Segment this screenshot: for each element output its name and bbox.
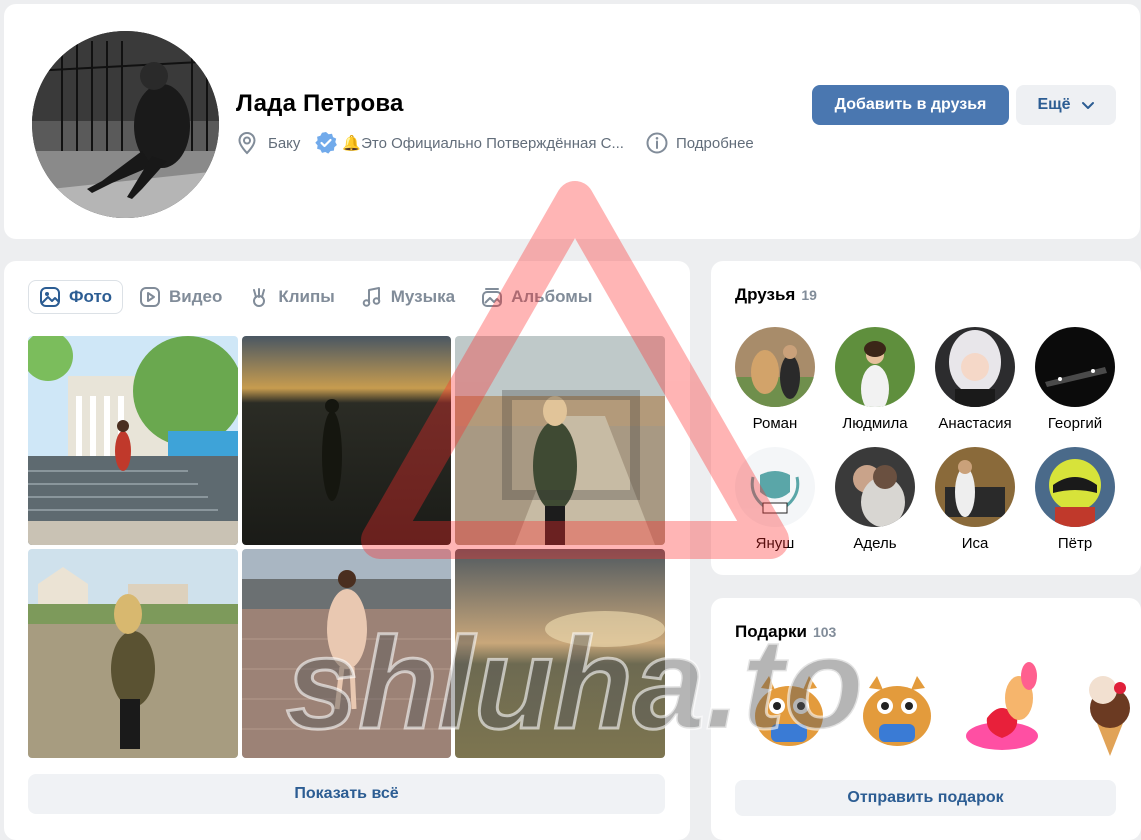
media-tabs: Фото Видео Клипы Музыка Альбомы	[28, 280, 608, 314]
clips-icon	[253, 288, 266, 307]
avatar	[835, 327, 915, 407]
friend-item[interactable]: Пётр	[1025, 447, 1125, 567]
avatar	[935, 447, 1015, 527]
photo-thumbnail[interactable]	[28, 336, 238, 545]
avatar	[1035, 327, 1115, 407]
tab-label: Фото	[69, 287, 112, 306]
friend-name: Иса	[961, 535, 989, 552]
photo-thumbnail[interactable]	[455, 549, 665, 758]
city-label: Баку	[268, 134, 301, 152]
photo-icon	[40, 287, 60, 307]
tab-label: Клипы	[278, 287, 335, 306]
info-icon	[646, 132, 668, 154]
status-text: 🔔Это Официально Потверждённая С...	[342, 135, 624, 152]
verified-icon	[315, 132, 338, 154]
photo-grid	[28, 336, 665, 758]
avatar	[935, 327, 1015, 407]
photo-thumbnail[interactable]	[28, 549, 238, 758]
photo-thumbnail[interactable]	[242, 549, 451, 758]
gift-item[interactable]	[849, 658, 949, 758]
status-info[interactable]: 🔔Это Официально Потверждённая С...	[314, 131, 624, 155]
city-info[interactable]: Баку	[236, 131, 300, 155]
friend-name: Роман	[752, 415, 798, 432]
tab-clips[interactable]: Клипы	[238, 280, 344, 314]
tab-video[interactable]: Видео	[129, 280, 232, 314]
profile-avatar[interactable]	[32, 31, 219, 218]
media-card: Фото Видео Клипы Музыка Альбомы Показать…	[4, 261, 690, 840]
gifts-card: Подарки 103 Отправить подарок	[711, 598, 1141, 840]
friend-item[interactable]: Януш	[725, 447, 825, 567]
details-link[interactable]: Подробнее	[646, 132, 754, 154]
tab-photos[interactable]: Фото	[28, 280, 123, 314]
friend-item[interactable]: Роман	[725, 327, 825, 447]
friends-count: 19	[801, 287, 817, 303]
tab-label: Альбомы	[511, 287, 593, 306]
avatar	[1035, 447, 1115, 527]
video-icon	[139, 287, 160, 307]
more-label: Ещё	[1037, 96, 1071, 113]
show-all-button[interactable]: Показать всё	[28, 774, 665, 814]
profile-header: Лада Петрова Баку 🔔Это Официально Потвер…	[4, 4, 1140, 239]
avatar	[735, 447, 815, 527]
friend-item[interactable]: Георгий	[1025, 327, 1125, 447]
friend-name: Анастасия	[938, 415, 1012, 432]
chevron-down-icon	[1081, 102, 1094, 109]
friends-header[interactable]: Друзья 19	[735, 285, 817, 305]
avatar	[835, 447, 915, 527]
gift-item[interactable]	[741, 658, 841, 758]
photo-thumbnail[interactable]	[455, 336, 665, 545]
gifts-title: Подарки	[735, 622, 807, 641]
tab-music[interactable]: Музыка	[351, 280, 465, 314]
gifts-header[interactable]: Подарки 103	[735, 622, 836, 642]
gift-item[interactable]	[957, 658, 1057, 758]
music-icon	[362, 287, 381, 307]
albums-icon	[482, 288, 503, 307]
send-gift-button[interactable]: Отправить подарок	[735, 780, 1116, 816]
friend-name: Януш	[755, 535, 795, 552]
friend-item[interactable]: Иса	[925, 447, 1025, 567]
friend-name: Адель	[853, 535, 897, 552]
add-friend-button[interactable]: Добавить в друзья	[812, 85, 1009, 125]
avatar	[735, 327, 815, 407]
gifts-count: 103	[812, 624, 837, 640]
profile-name: Лада Петрова	[236, 90, 404, 117]
photo-thumbnail[interactable]	[242, 336, 451, 545]
friend-item[interactable]: Адель	[825, 447, 925, 567]
friend-item[interactable]: Людмила	[825, 327, 925, 447]
friends-card: Друзья 19 Роман Людмила Анастасия Георгий	[711, 261, 1141, 575]
friend-name: Людмила	[842, 415, 908, 432]
details-label: Подробнее	[675, 134, 754, 152]
gifts-list	[741, 658, 1141, 758]
friends-list: Роман Людмила Анастасия Георгий Януш Аде…	[725, 327, 1125, 567]
more-button[interactable]: Ещё	[1016, 85, 1116, 125]
friend-item[interactable]: Анастасия	[925, 327, 1025, 447]
tab-label: Музыка	[390, 287, 456, 306]
friends-title: Друзья	[735, 285, 796, 304]
tab-label: Видео	[168, 287, 223, 306]
friend-name: Георгий	[1047, 415, 1103, 432]
tab-albums[interactable]: Альбомы	[471, 280, 602, 314]
location-icon	[238, 131, 256, 155]
profile-meta: Баку 🔔Это Официально Потверждённая С... …	[236, 130, 754, 156]
gift-item[interactable]	[1065, 658, 1141, 758]
friend-name: Пётр	[1057, 535, 1093, 552]
